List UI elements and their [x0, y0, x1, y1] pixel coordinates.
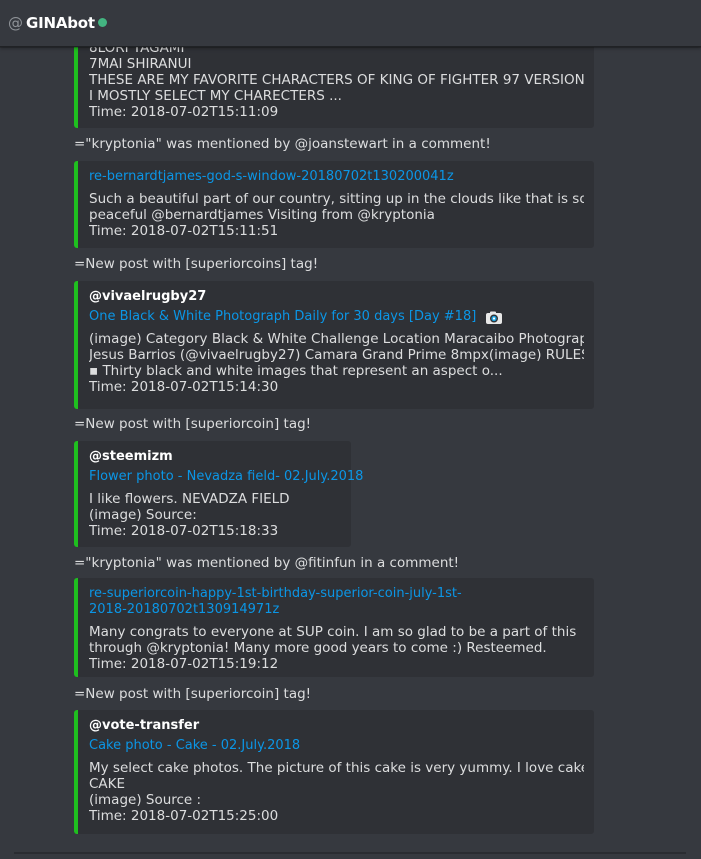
embed-card: @vivaelrugby27 One Black & White Photogr… [74, 281, 594, 409]
bot-message: =New post with [superiorcoins] tag! [74, 256, 319, 272]
embed-timestamp: Time: 2018-07-02T15:11:51 [89, 223, 279, 239]
embed-author[interactable]: @steemizm [89, 449, 341, 465]
embed-text-line: I like flowers. NEVADZA FIELD [89, 491, 290, 507]
embed-text-line: (image) Category Black & White Challenge… [89, 331, 584, 347]
embed-text-line: My select cake photos. The picture of th… [89, 760, 584, 776]
divider [14, 852, 686, 854]
embed-text-line: Jesus Barrios (@vivaelrugby27) Camara Gr… [89, 347, 584, 363]
embed-text-line: peaceful @bernardtjames Visiting from @k… [89, 207, 435, 223]
embed-text-line: (image) Source: [89, 507, 197, 523]
embed-text-line: 7MAI SHIRANUI [89, 56, 192, 72]
embed-card: @steemizm Flower photo - Nevadza field- … [74, 441, 363, 547]
embed-timestamp: Time: 2018-07-02T15:14:30 [89, 379, 279, 395]
bot-message: =New post with [superiorcoin] tag! [74, 686, 312, 702]
embed-card: re-bernardtjames-god-s-window-20180702t1… [74, 161, 594, 248]
embed-title-link[interactable]: Flower photo - Nevadza field- 02.July.20… [89, 469, 363, 485]
embed-card: @vote-transfer Cake photo - Cake - 02.Ju… [74, 710, 594, 834]
embed-author[interactable]: @vivaelrugby27 [89, 289, 584, 305]
embed-text-line: ▪ Thirty black and white images that rep… [89, 363, 503, 379]
embed-author[interactable]: @vote-transfer [89, 718, 584, 734]
embed-text-line: I MOSTLY SELECT MY CHARECTERS ... [89, 88, 342, 104]
embed-text-line: Many congrats to everyone at SUP coin. I… [89, 624, 577, 640]
embed-text-line: Such a beautiful part of our country, si… [89, 191, 584, 207]
bot-message: ="kryptonia" was mentioned by @joanstewa… [74, 136, 491, 152]
embed-text-line: THESE ARE MY FAVORITE CHARACTERS OF KING… [89, 72, 584, 88]
embed-title-link[interactable]: 2018-20180702t130914971z [89, 602, 584, 618]
embed-timestamp: Time: 2018-07-02T15:18:33 [89, 523, 279, 539]
message-list: 8LORI YAGAMI 7MAI SHIRANUI THESE ARE MY … [0, 0, 701, 859]
at-icon: @ [8, 13, 23, 32]
channel-header: @ GINAbot [0, 0, 701, 47]
bot-message: =New post with [superiorcoin] tag! [74, 416, 312, 432]
embed-title-link[interactable]: re-superiorcoin-happy-1st-birthday-super… [89, 586, 584, 602]
embed-text-line: CAKE [89, 776, 126, 792]
embed-title-link[interactable]: Cake photo - Cake - 02.July.2018 [89, 738, 584, 754]
bot-message: ="kryptonia" was mentioned by @fitinfun … [74, 555, 460, 571]
embed-timestamp: Time: 2018-07-02T15:19:12 [89, 656, 279, 672]
embed-timestamp: Time: 2018-07-02T15:11:09 [89, 104, 279, 120]
embed-text-line: (image) Source : [89, 792, 202, 808]
embed-card: re-superiorcoin-happy-1st-birthday-super… [74, 578, 594, 677]
embed-title-link[interactable]: One Black & White Photograph Daily for 3… [89, 309, 476, 325]
channel-name[interactable]: GINAbot [26, 14, 95, 32]
online-status-icon [97, 17, 107, 27]
camera-icon [485, 310, 503, 324]
embed-title-link[interactable]: re-bernardtjames-god-s-window-20180702t1… [89, 169, 584, 185]
embed-text-line: through @kryptonia! Many more good years… [89, 640, 547, 656]
embed-timestamp: Time: 2018-07-02T15:25:00 [89, 808, 279, 824]
